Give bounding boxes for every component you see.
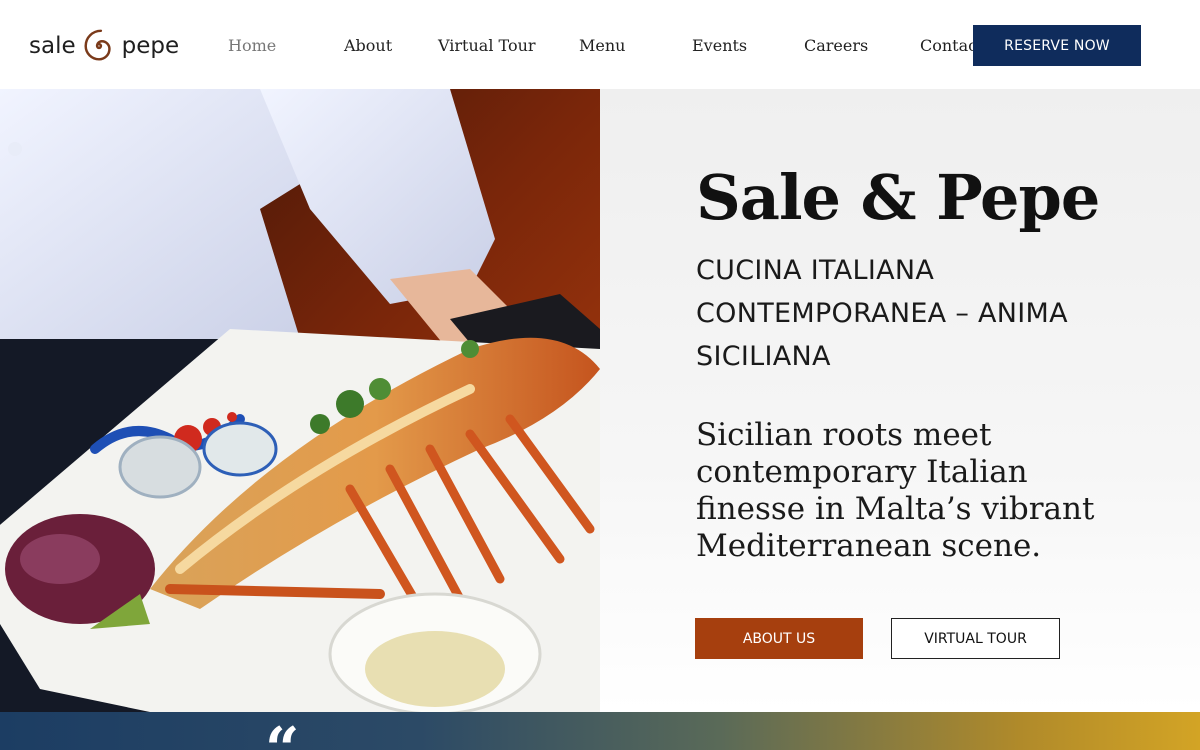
virtual-tour-button[interactable]: VIRTUAL TOUR (891, 618, 1060, 659)
site-header: sale pepe Home About Virtual Tour Menu E… (0, 0, 1200, 89)
about-us-button[interactable]: ABOUT US (695, 618, 863, 659)
hero-description: Sicilian roots meet contemporary Italian… (696, 417, 1095, 564)
logo-word-pepe: pepe (121, 33, 180, 59)
nav-about[interactable]: About (344, 36, 392, 55)
quote-mark-icon: “ (265, 715, 300, 750)
nav-virtual-tour[interactable]: Virtual Tour (438, 36, 536, 55)
hero-subtitle: CUCINA ITALIANA CONTEMPORANEA – ANIMA SI… (696, 255, 1068, 372)
site-logo[interactable]: sale pepe (29, 27, 179, 65)
reserve-now-button[interactable]: RESERVE NOW (973, 25, 1141, 66)
nav-events[interactable]: Events (692, 36, 747, 55)
spiral-logo-icon (84, 29, 111, 61)
nav-menu[interactable]: Menu (579, 36, 625, 55)
hero-title: Sale & Pepe (696, 161, 1100, 234)
nav-careers[interactable]: Careers (804, 36, 868, 55)
chef-serving-lobster-illustration (0, 89, 600, 712)
nav-home[interactable]: Home (228, 36, 276, 55)
hero-photo (0, 89, 600, 712)
hero-text-panel: Sale & Pepe CUCINA ITALIANA CONTEMPORANE… (600, 89, 1200, 712)
logo-word-sale: sale (29, 33, 76, 59)
testimonial-section: “ (0, 712, 1200, 750)
